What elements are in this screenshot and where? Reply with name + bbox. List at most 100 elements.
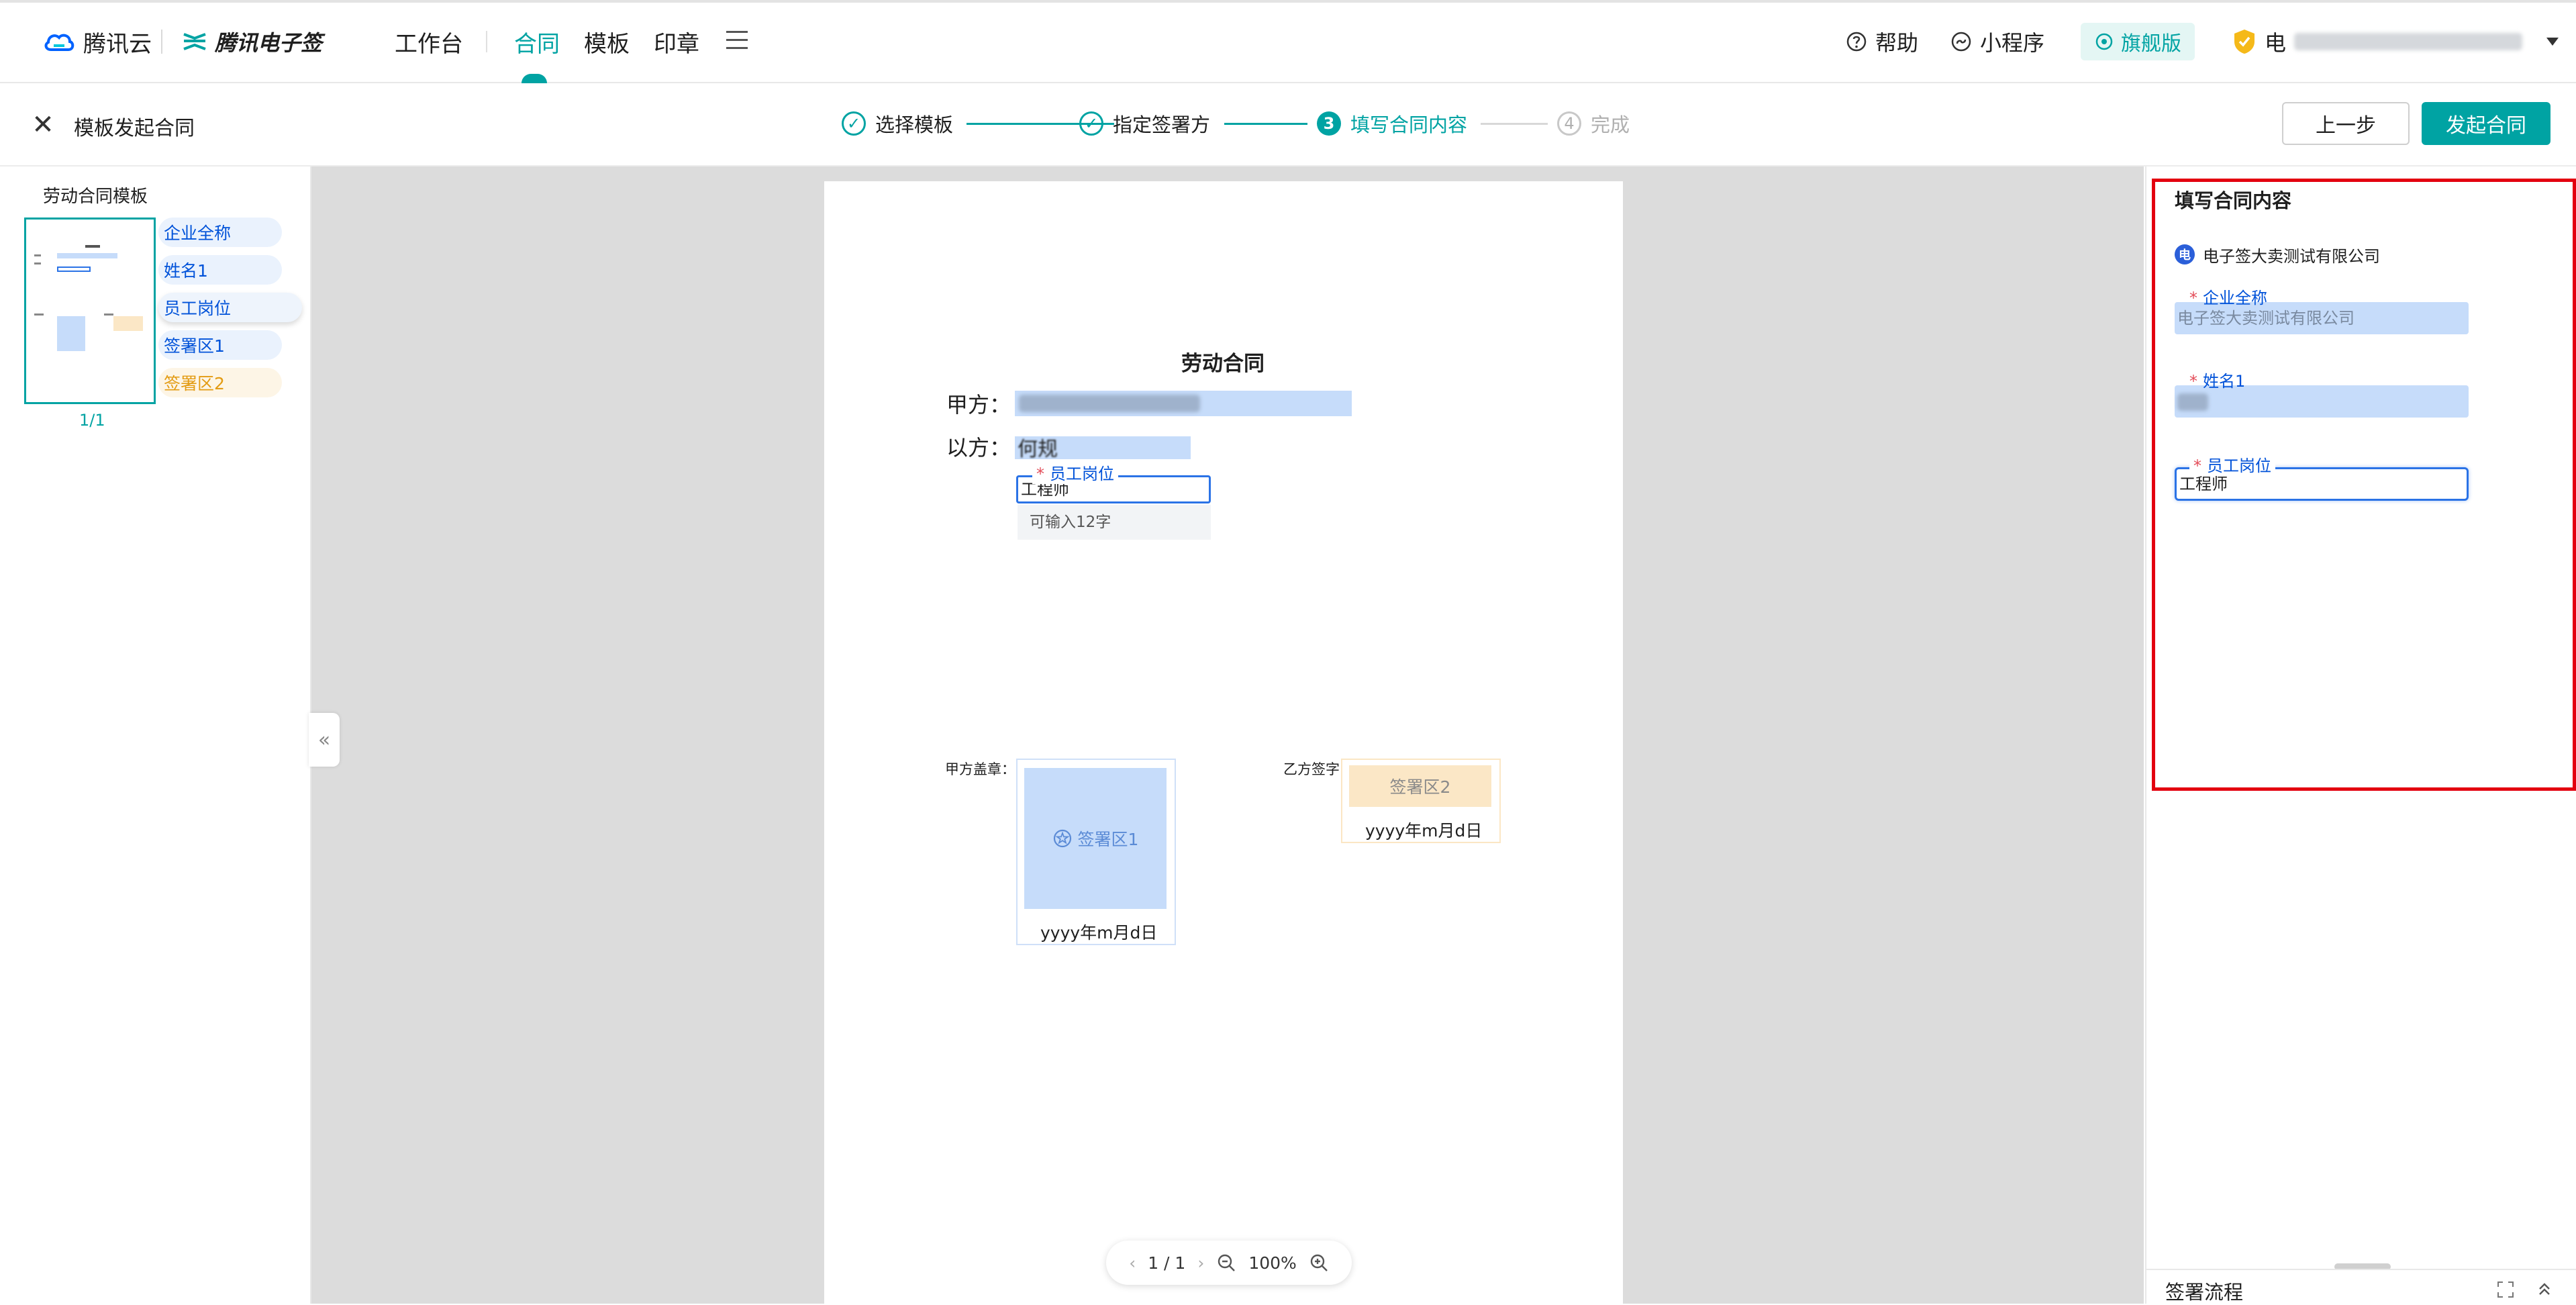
zoom-level: 100%	[1248, 1253, 1297, 1273]
start-contract-button[interactable]: 发起合同	[2422, 102, 2550, 145]
account-name-redacted	[2294, 33, 2523, 50]
mini-program-label: 小程序	[1980, 30, 2045, 56]
step-complete: 4 完成	[1557, 109, 1630, 138]
nav-divider	[486, 31, 487, 52]
edition-label: 旗舰版	[2121, 32, 2181, 56]
position-input-hint: 可输入12字	[1018, 505, 1211, 540]
thumbnail-page-number: 1/1	[79, 411, 105, 430]
name-1-label-text: 姓名1	[2203, 372, 2246, 391]
step-fill-content: 3 填写合同内容	[1317, 109, 1467, 138]
step-number: 3	[1317, 111, 1341, 136]
step-connector	[1481, 123, 1548, 125]
step-connector	[1224, 123, 1307, 125]
outline-field-name[interactable]: 姓名1	[158, 255, 282, 285]
page-thumbnail[interactable]	[24, 218, 156, 404]
party-b-name-value: 何规	[1018, 438, 1058, 461]
chevron-down-icon	[2546, 38, 2559, 46]
thumb-field-mark	[57, 253, 117, 258]
cloud-icon	[44, 34, 75, 51]
menu-icon[interactable]	[726, 31, 748, 50]
sign-area-1-label: 签署区1	[1077, 830, 1139, 849]
tencent-esign-text: 腾讯电子签	[215, 30, 323, 56]
account-initial: 电	[2265, 30, 2287, 56]
expand-icon[interactable]	[2495, 1279, 2516, 1300]
panel-title: 填写合同内容	[2175, 189, 2292, 212]
signer-company-name: 电子签大卖测试有限公司	[2203, 246, 2380, 266]
company-full-name-label-text: 企业全称	[2203, 289, 2267, 307]
page-zoom-toolbar: ‹ 1 / 1 › 100%	[1106, 1241, 1352, 1285]
brand-divider	[161, 30, 162, 54]
thumb-active-field-mark	[57, 267, 91, 272]
outline-field-sign-area-1[interactable]: 签署区1	[158, 330, 282, 360]
thumb-text-mark	[104, 313, 113, 316]
step-assign-signers[interactable]: ✓ 指定签署方	[1079, 109, 1210, 138]
mini-program-icon	[1951, 32, 1971, 52]
step-label: 指定签署方	[1113, 113, 1211, 136]
thumb-title-mark	[85, 245, 100, 248]
check-icon: ✓	[842, 111, 866, 136]
employee-position-label-text: 员工岗位	[2207, 456, 2271, 475]
position-field-label-text: 员工岗位	[1050, 465, 1114, 483]
sign-area-2-date: yyyy年m月d日	[1365, 821, 1483, 840]
question-circle-icon	[1846, 32, 1867, 52]
nav-seal[interactable]: 印章	[654, 26, 699, 58]
check-icon: ✓	[1079, 111, 1103, 136]
employee-position-label: * 员工岗位	[2189, 452, 2275, 476]
outline-field-sign-area-2[interactable]: 签署区2	[158, 368, 282, 397]
sign-area-1-date: yyyy年m月d日	[1040, 923, 1158, 942]
prev-page-icon[interactable]: ‹	[1129, 1253, 1136, 1273]
page-counter: 1 / 1	[1148, 1253, 1186, 1273]
thumb-text-mark	[34, 313, 44, 316]
top-border	[0, 0, 2576, 3]
sign-area-1[interactable]: 签署区1	[1024, 768, 1167, 909]
step-label: 完成	[1591, 113, 1630, 136]
esign-logo-icon	[183, 33, 206, 50]
account-menu[interactable]: 电	[2232, 23, 2559, 60]
name-1-label: * 姓名1	[2189, 372, 2246, 391]
party-a-company-redacted	[1019, 395, 1200, 412]
help-label: 帮助	[1875, 30, 1919, 56]
step-select-template[interactable]: ✓ 选择模板	[842, 109, 953, 138]
page-title: 模板发起合同	[74, 117, 195, 140]
thumb-text-mark	[34, 254, 41, 256]
zoom-in-icon[interactable]	[1309, 1253, 1329, 1273]
party-a-seal-caption: 甲方盖章：	[945, 761, 1015, 777]
thumb-sign-area-1	[57, 316, 85, 351]
seal-icon	[1053, 829, 1071, 848]
tencent-cloud-logo[interactable]: 腾讯云	[42, 27, 152, 58]
party-b-sign-caption: 乙方签字	[1283, 761, 1340, 777]
outline-field-position[interactable]: 员工岗位	[158, 293, 302, 322]
document-title: 劳动合同	[1181, 352, 1265, 376]
edition-badge[interactable]: 旗舰版	[2081, 23, 2195, 60]
company-full-name-label: * 企业全称	[2189, 289, 2267, 307]
edition-icon	[2095, 33, 2113, 50]
step-label: 选择模板	[875, 113, 954, 136]
collapse-panel-icon[interactable]: «	[309, 713, 340, 767]
tencent-cloud-text: 腾讯云	[83, 30, 152, 58]
signing-flow-title[interactable]: 签署流程	[2165, 1277, 2243, 1305]
next-page-icon[interactable]: ›	[1197, 1253, 1204, 1273]
sign-area-2[interactable]: 签署区2	[1349, 765, 1491, 807]
step-label: 填写合同内容	[1350, 113, 1468, 136]
mini-program-link[interactable]: 小程序	[1950, 27, 2044, 56]
thumb-sign-area-2	[113, 316, 143, 331]
position-field-label: * 员工岗位	[1032, 461, 1118, 484]
nav-template[interactable]: 模板	[584, 26, 630, 58]
close-icon[interactable]: ✕	[30, 111, 56, 138]
company-avatar: 电	[2175, 244, 2195, 264]
nav-active-indicator	[522, 74, 547, 83]
chevron-up-double-icon[interactable]	[2534, 1279, 2555, 1300]
verified-shield-icon	[2234, 30, 2255, 54]
template-name: 劳动合同模板	[43, 187, 148, 207]
thumb-text-mark	[34, 262, 41, 264]
nav-workbench[interactable]: 工作台	[395, 26, 463, 58]
party-b-label: 以方：	[946, 435, 1011, 461]
previous-step-button[interactable]: 上一步	[2282, 102, 2410, 145]
help-link[interactable]: 帮助	[1846, 27, 1918, 56]
nav-contract[interactable]: 合同	[514, 26, 560, 58]
outline-field-company[interactable]: 企业全称	[158, 218, 282, 247]
party-a-company-field[interactable]	[1015, 391, 1352, 416]
party-a-label: 甲方：	[946, 392, 1011, 418]
zoom-out-icon[interactable]	[1216, 1253, 1236, 1273]
tencent-esign-logo[interactable]: 腾讯电子签	[181, 27, 322, 56]
